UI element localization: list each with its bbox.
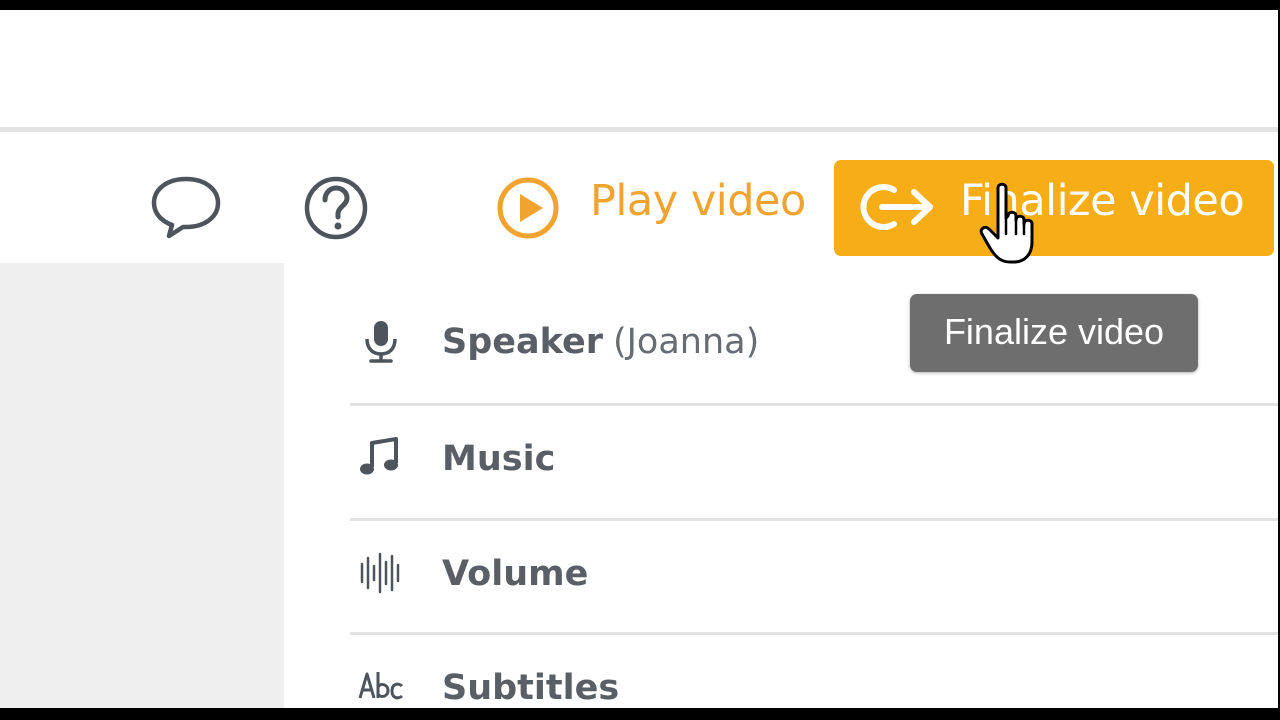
- setting-speaker-label: Speaker (Joanna): [442, 322, 760, 362]
- microphone-icon: [365, 321, 397, 363]
- finalize-tooltip: Finalize video: [910, 294, 1198, 372]
- waveform-icon: [360, 552, 400, 594]
- left-panel: [0, 263, 284, 708]
- top-bar: [0, 10, 1278, 126]
- setting-subtitles[interactable]: Subtitles: [350, 634, 1278, 708]
- setting-music[interactable]: Music: [350, 405, 1278, 517]
- music-note-icon: [360, 437, 398, 475]
- abc-text-icon: [358, 672, 404, 700]
- finalize-video-button[interactable]: Finalize video: [834, 160, 1274, 256]
- app-window: Play video Finalize video Speaker (Joanna…: [0, 10, 1278, 708]
- export-arrow-icon: [860, 184, 933, 230]
- chat-bubble-icon[interactable]: [150, 174, 222, 240]
- setting-volume[interactable]: Volume: [350, 520, 1278, 632]
- setting-volume-label: Volume: [442, 554, 589, 594]
- editor-toolbar: Play video Finalize video: [0, 132, 1278, 385]
- setting-music-label: Music: [442, 439, 556, 479]
- question-circle-icon[interactable]: [302, 174, 370, 242]
- setting-subtitles-label: Subtitles: [442, 668, 620, 708]
- tooltip-text: Finalize video: [943, 311, 1165, 352]
- finalize-video-label: Finalize video: [960, 176, 1245, 226]
- play-video-button[interactable]: Play video: [490, 168, 806, 248]
- play-circle-icon: [497, 177, 559, 239]
- speaker-name: (Joanna): [612, 322, 760, 362]
- play-video-label: Play video: [590, 176, 806, 226]
